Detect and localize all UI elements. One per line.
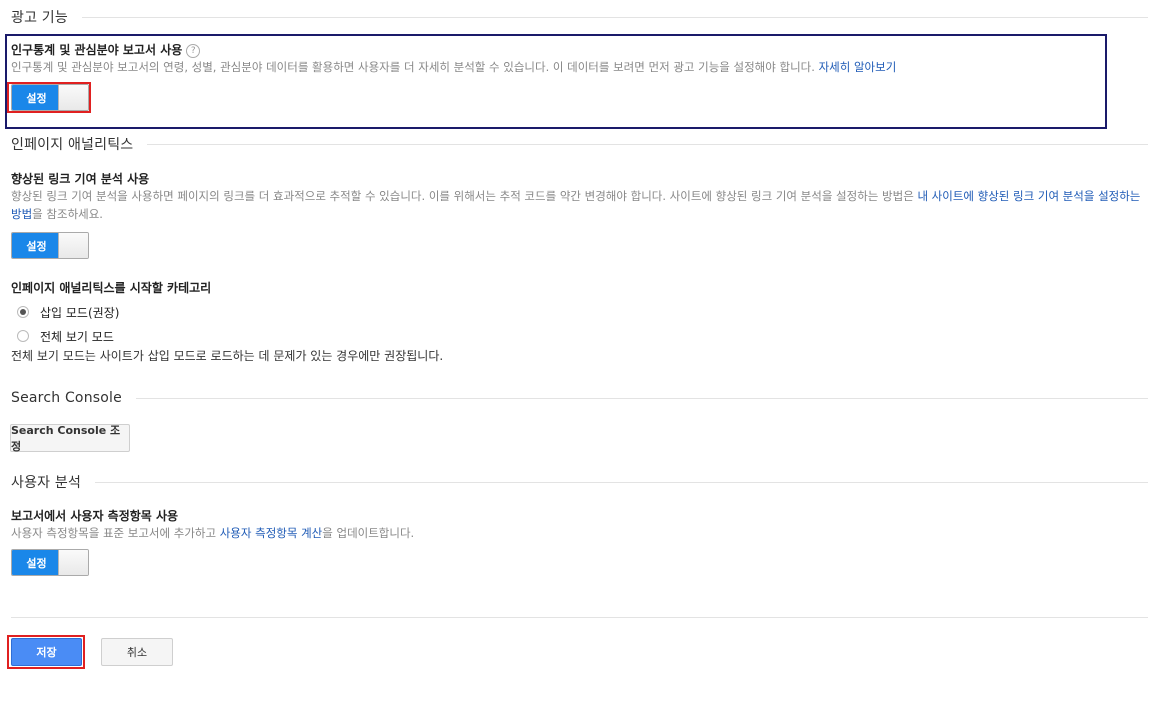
full-view-mode-note: 전체 보기 모드는 사이트가 삽입 모드로 로드하는 데 문제가 있는 경우에만…: [11, 349, 444, 363]
custom-metrics-desc-suffix: 을 업데이트합니다.: [322, 526, 415, 540]
custom-metrics-description: 사용자 측정항목을 표준 보고서에 추가하고 사용자 측정항목 계산을 업데이트…: [11, 524, 414, 542]
toggle-knob: [58, 85, 88, 110]
toggle-on-label: 설정: [12, 85, 61, 110]
demographics-toggle[interactable]: 설정: [11, 84, 89, 111]
inpage-section-title: 인페이지 애널리틱스: [11, 137, 134, 153]
radio-insert-mode-label: 삽입 모드(권장): [40, 305, 120, 320]
cancel-button[interactable]: 취소: [101, 638, 173, 666]
ads-section-header: 광고 기능: [11, 6, 1148, 28]
search-console-section-title: Search Console: [11, 390, 122, 406]
search-console-section-header: Search Console: [11, 387, 1148, 409]
adjust-search-console-button[interactable]: Search Console 조정: [10, 424, 130, 453]
user-analysis-section-title: 사용자 분석: [11, 475, 82, 491]
footer-divider: [11, 617, 1148, 618]
radio-full-view-mode-label: 전체 보기 모드: [40, 329, 114, 344]
user-analysis-section-header: 사용자 분석: [11, 471, 1148, 493]
enhanced-link-toggle[interactable]: 설정: [11, 232, 89, 259]
custom-metrics-desc-prefix: 사용자 측정항목을 표준 보고서에 추가하고: [11, 526, 217, 540]
radio-full-view-mode[interactable]: 전체 보기 모드: [17, 326, 114, 346]
section-divider: [95, 481, 1148, 483]
demographics-setting-title: 인구통계 및 관심분야 보고서 사용?: [11, 41, 201, 58]
start-category-title: 인페이지 애널리틱스를 시작할 카테고리: [11, 281, 212, 295]
enhanced-link-description-text: 향상된 링크 기여 분석을 사용하면 페이지의 링크를 더 효과적으로 추적할 …: [11, 189, 914, 203]
enhanced-link-description: 향상된 링크 기여 분석을 사용하면 페이지의 링크를 더 효과적으로 추적할 …: [11, 187, 1141, 223]
toggle-on-label: 설정: [12, 233, 61, 258]
section-divider: [135, 397, 1148, 399]
toggle-on-label: 설정: [12, 550, 61, 575]
toggle-knob: [58, 550, 88, 575]
demographics-title-text: 인구통계 및 관심분야 보고서 사용: [11, 43, 183, 57]
radio-button[interactable]: [17, 330, 29, 342]
custom-metrics-toggle[interactable]: 설정: [11, 549, 89, 576]
custom-metrics-title: 보고서에서 사용자 측정항목 사용: [11, 509, 179, 523]
radio-dot: [20, 309, 26, 315]
save-button[interactable]: 저장: [11, 638, 82, 666]
radio-insert-mode[interactable]: 삽입 모드(권장): [17, 302, 119, 322]
enhanced-link-title: 향상된 링크 기여 분석 사용: [11, 172, 150, 186]
inpage-section-header: 인페이지 애널리틱스: [11, 133, 1148, 155]
radio-button-selected[interactable]: [17, 306, 29, 318]
demographics-description: 인구통계 및 관심분야 보고서의 연령, 성별, 관심분야 데이터를 활용하면 …: [11, 58, 1101, 76]
custom-metrics-calc-link[interactable]: 사용자 측정항목 계산: [220, 526, 323, 540]
learn-more-link[interactable]: 자세히 알아보기: [819, 60, 897, 74]
ads-section-title: 광고 기능: [11, 10, 68, 26]
demographics-description-text: 인구통계 및 관심분야 보고서의 연령, 성별, 관심분야 데이터를 활용하면 …: [11, 60, 815, 74]
section-divider: [147, 143, 1148, 145]
section-divider: [81, 16, 1148, 18]
enhanced-link-suffix: 을 참조하세요.: [32, 207, 103, 221]
help-icon[interactable]: ?: [186, 44, 201, 58]
toggle-knob: [58, 233, 88, 258]
